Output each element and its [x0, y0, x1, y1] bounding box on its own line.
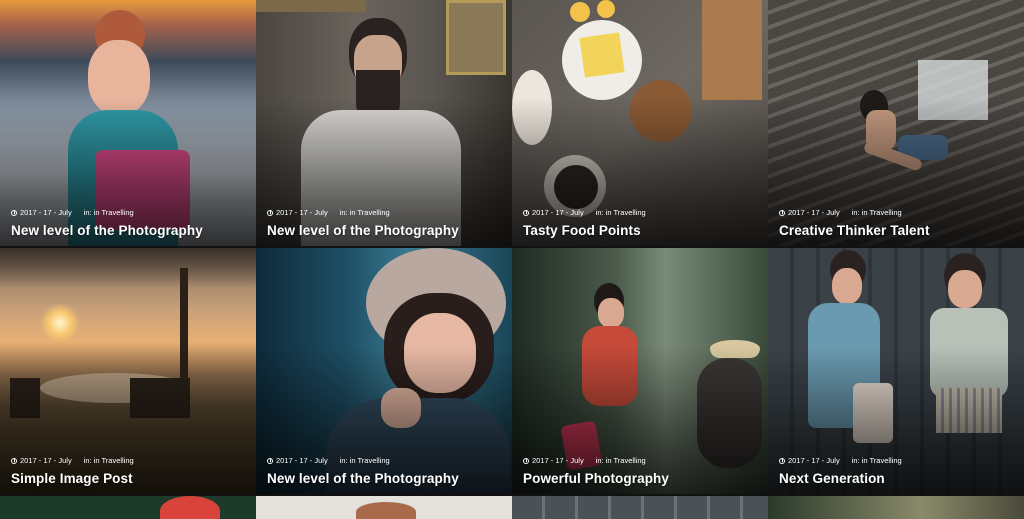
clock-icon	[779, 457, 785, 464]
post-card[interactable]: 2017 - 17 - July in: in Travelling New l…	[256, 248, 512, 494]
post-date: 2017 - 17 - July	[20, 208, 72, 217]
post-meta: 2017 - 17 - July in: in Travelling	[267, 456, 390, 465]
post-image	[768, 496, 1024, 519]
post-title[interactable]: Simple Image Post	[11, 471, 133, 486]
post-date: 2017 - 17 - July	[788, 456, 840, 465]
post-card[interactable]: 2017 - 17 - July in: in Travelling Next …	[768, 248, 1024, 494]
post-date: 2017 - 17 - July	[532, 208, 584, 217]
post-category[interactable]: in: in Travelling	[84, 456, 134, 465]
post-meta: 2017 - 17 - July in: in Travelling	[11, 208, 134, 217]
post-date: 2017 - 17 - July	[788, 208, 840, 217]
clock-icon	[267, 209, 273, 216]
post-title[interactable]: Tasty Food Points	[523, 223, 641, 238]
post-meta: 2017 - 17 - July in: in Travelling	[11, 456, 134, 465]
post-card[interactable]: 2017 - 17 - July in: in Travelling Creat…	[768, 0, 1024, 246]
post-category[interactable]: in: in Travelling	[596, 456, 646, 465]
post-date: 2017 - 17 - July	[276, 208, 328, 217]
post-meta: 2017 - 17 - July in: in Travelling	[523, 456, 646, 465]
post-grid: 2017 - 17 - July in: in Travelling New l…	[0, 0, 1024, 519]
post-title[interactable]: Powerful Photography	[523, 471, 669, 486]
post-title[interactable]: Next Generation	[779, 471, 885, 486]
clock-icon	[11, 209, 17, 216]
post-card[interactable]: 2017 - 17 - July in: in Travelling Power…	[512, 248, 768, 494]
post-meta: 2017 - 17 - July in: in Travelling	[779, 456, 902, 465]
post-category[interactable]: in: in Travelling	[852, 208, 902, 217]
post-image	[0, 496, 256, 519]
post-card[interactable]	[0, 496, 256, 519]
post-card[interactable]: 2017 - 17 - July in: in Travelling New l…	[0, 0, 256, 246]
post-title[interactable]: New level of the Photography	[267, 471, 459, 486]
post-category[interactable]: in: in Travelling	[84, 208, 134, 217]
post-title[interactable]: Creative Thinker Talent	[779, 223, 930, 238]
post-card[interactable]: 2017 - 17 - July in: in Travelling Simpl…	[0, 248, 256, 494]
post-image	[256, 496, 512, 519]
post-category[interactable]: in: in Travelling	[340, 456, 390, 465]
clock-icon	[523, 457, 529, 464]
post-card[interactable]	[256, 496, 512, 519]
clock-icon	[11, 457, 17, 464]
post-card[interactable]: 2017 - 17 - July in: in Travelling Tasty…	[512, 0, 768, 246]
clock-icon	[523, 209, 529, 216]
post-image	[512, 496, 768, 519]
post-date: 2017 - 17 - July	[20, 456, 72, 465]
post-meta: 2017 - 17 - July in: in Travelling	[523, 208, 646, 217]
post-meta: 2017 - 17 - July in: in Travelling	[267, 208, 390, 217]
post-category[interactable]: in: in Travelling	[340, 208, 390, 217]
post-category[interactable]: in: in Travelling	[596, 208, 646, 217]
post-date: 2017 - 17 - July	[276, 456, 328, 465]
post-date: 2017 - 17 - July	[532, 456, 584, 465]
clock-icon	[779, 209, 785, 216]
post-card[interactable]	[512, 496, 768, 519]
post-title[interactable]: New level of the Photography	[267, 223, 459, 238]
post-title[interactable]: New level of the Photography	[11, 223, 203, 238]
post-card[interactable]	[768, 496, 1024, 519]
clock-icon	[267, 457, 273, 464]
post-category[interactable]: in: in Travelling	[852, 456, 902, 465]
post-card[interactable]: 2017 - 17 - July in: in Travelling New l…	[256, 0, 512, 246]
post-meta: 2017 - 17 - July in: in Travelling	[779, 208, 902, 217]
